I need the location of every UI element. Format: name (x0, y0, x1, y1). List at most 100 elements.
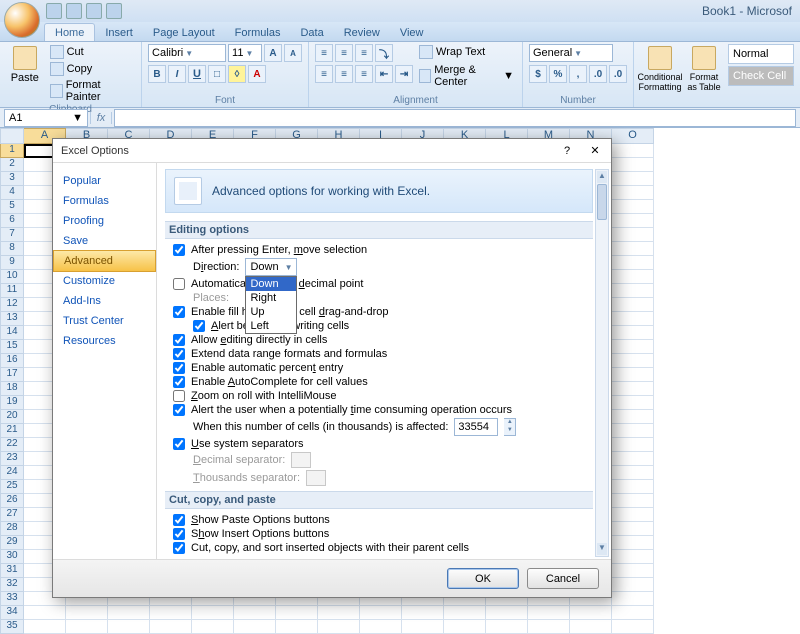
wrap-text-button[interactable]: Wrap Text (417, 44, 516, 60)
row-header-16[interactable]: 16 (0, 354, 24, 368)
cell[interactable] (612, 536, 654, 550)
row-header-4[interactable]: 4 (0, 186, 24, 200)
cancel-button[interactable]: Cancel (527, 568, 599, 589)
row-header-11[interactable]: 11 (0, 284, 24, 298)
chk-intellimouse[interactable] (173, 390, 185, 402)
align-top-button[interactable]: ≡ (315, 44, 333, 62)
cut-button[interactable]: Cut (48, 44, 135, 60)
cell[interactable] (108, 620, 150, 634)
chk-alert-overwrite[interactable] (193, 320, 205, 332)
cell[interactable] (570, 606, 612, 620)
cell[interactable] (24, 606, 66, 620)
bold-button[interactable]: B (148, 65, 166, 83)
dd-up[interactable]: Up (246, 305, 296, 319)
nav-addins[interactable]: Add-Ins (53, 291, 156, 311)
row-header-5[interactable]: 5 (0, 200, 24, 214)
cell[interactable] (444, 606, 486, 620)
cell[interactable] (612, 606, 654, 620)
cell[interactable] (528, 606, 570, 620)
cell[interactable] (612, 228, 654, 242)
align-bottom-button[interactable]: ≡ (355, 44, 373, 62)
row-header-24[interactable]: 24 (0, 466, 24, 480)
row-header-12[interactable]: 12 (0, 298, 24, 312)
nav-resources[interactable]: Resources (53, 331, 156, 351)
row-header-9[interactable]: 9 (0, 256, 24, 270)
row-header-19[interactable]: 19 (0, 396, 24, 410)
chk-edit-direct[interactable] (173, 334, 185, 346)
comma-button[interactable]: , (569, 65, 587, 83)
tab-page-layout[interactable]: Page Layout (143, 24, 225, 41)
scroll-thumb[interactable] (597, 184, 607, 220)
cell[interactable] (612, 158, 654, 172)
row-header-33[interactable]: 33 (0, 592, 24, 606)
cell[interactable] (570, 620, 612, 634)
cell[interactable] (402, 620, 444, 634)
cell[interactable] (318, 606, 360, 620)
cell[interactable] (402, 606, 444, 620)
cells-spinner[interactable]: ▲▼ (504, 418, 516, 436)
ok-button[interactable]: OK (447, 568, 519, 589)
nav-advanced[interactable]: Advanced (53, 250, 156, 272)
format-as-table-button[interactable]: Format as Table (684, 44, 724, 94)
dd-left[interactable]: Left (246, 319, 296, 333)
cell[interactable] (66, 620, 108, 634)
qat-customize-icon[interactable] (106, 3, 122, 19)
cell[interactable] (108, 606, 150, 620)
row-header-25[interactable]: 25 (0, 480, 24, 494)
row-header-15[interactable]: 15 (0, 340, 24, 354)
row-header-8[interactable]: 8 (0, 242, 24, 256)
align-left-button[interactable]: ≡ (315, 65, 333, 83)
increase-decimal-button[interactable]: .0 (589, 65, 607, 83)
chk-cut-sort[interactable] (173, 542, 185, 554)
select-all-corner[interactable] (0, 128, 24, 144)
qat-redo-icon[interactable] (86, 3, 102, 19)
cell[interactable] (360, 606, 402, 620)
chk-fill-handle[interactable] (173, 306, 185, 318)
chk-auto-percent[interactable] (173, 362, 185, 374)
nav-trust-center[interactable]: Trust Center (53, 311, 156, 331)
dd-down[interactable]: Down (246, 277, 296, 291)
orientation-button[interactable]: ⤵ (375, 44, 393, 62)
row-header-30[interactable]: 30 (0, 550, 24, 564)
cell[interactable] (360, 620, 402, 634)
decrease-decimal-button[interactable]: .0 (609, 65, 627, 83)
cell[interactable] (612, 480, 654, 494)
row-header-21[interactable]: 21 (0, 424, 24, 438)
chk-alert-time[interactable] (173, 404, 185, 416)
cell[interactable] (612, 564, 654, 578)
cell[interactable] (612, 592, 654, 606)
direction-combo[interactable]: Down ▼ Down Right Up Left (245, 258, 297, 276)
cells-affected-input[interactable] (454, 418, 498, 436)
indent-inc-button[interactable]: ⇥ (395, 65, 413, 83)
cell[interactable] (66, 606, 108, 620)
merge-center-button[interactable]: Merge & Center▼ (417, 63, 516, 89)
fx-icon[interactable]: fx (90, 112, 112, 124)
row-header-29[interactable]: 29 (0, 536, 24, 550)
cell[interactable] (612, 256, 654, 270)
row-header-2[interactable]: 2 (0, 158, 24, 172)
cell[interactable] (234, 620, 276, 634)
tab-view[interactable]: View (390, 24, 434, 41)
cell[interactable] (612, 284, 654, 298)
cell[interactable] (612, 340, 654, 354)
nav-save[interactable]: Save (53, 231, 156, 251)
row-header-10[interactable]: 10 (0, 270, 24, 284)
conditional-formatting-button[interactable]: Conditional Formatting (640, 44, 680, 94)
cell[interactable] (612, 620, 654, 634)
close-button[interactable]: ✕ (587, 143, 603, 159)
tab-formulas[interactable]: Formulas (225, 24, 291, 41)
cell[interactable] (612, 550, 654, 564)
fill-color-button[interactable]: ◊ (228, 65, 246, 83)
row-header-1[interactable]: 1 (0, 144, 24, 158)
cell[interactable] (192, 620, 234, 634)
formula-input[interactable] (114, 109, 796, 127)
cell[interactable] (612, 326, 654, 340)
align-middle-button[interactable]: ≡ (335, 44, 353, 62)
cell[interactable] (612, 144, 654, 158)
align-center-button[interactable]: ≡ (335, 65, 353, 83)
cell[interactable] (612, 242, 654, 256)
cell[interactable] (612, 354, 654, 368)
cell[interactable] (612, 382, 654, 396)
chk-insert-opts[interactable] (173, 528, 185, 540)
cell[interactable] (612, 452, 654, 466)
